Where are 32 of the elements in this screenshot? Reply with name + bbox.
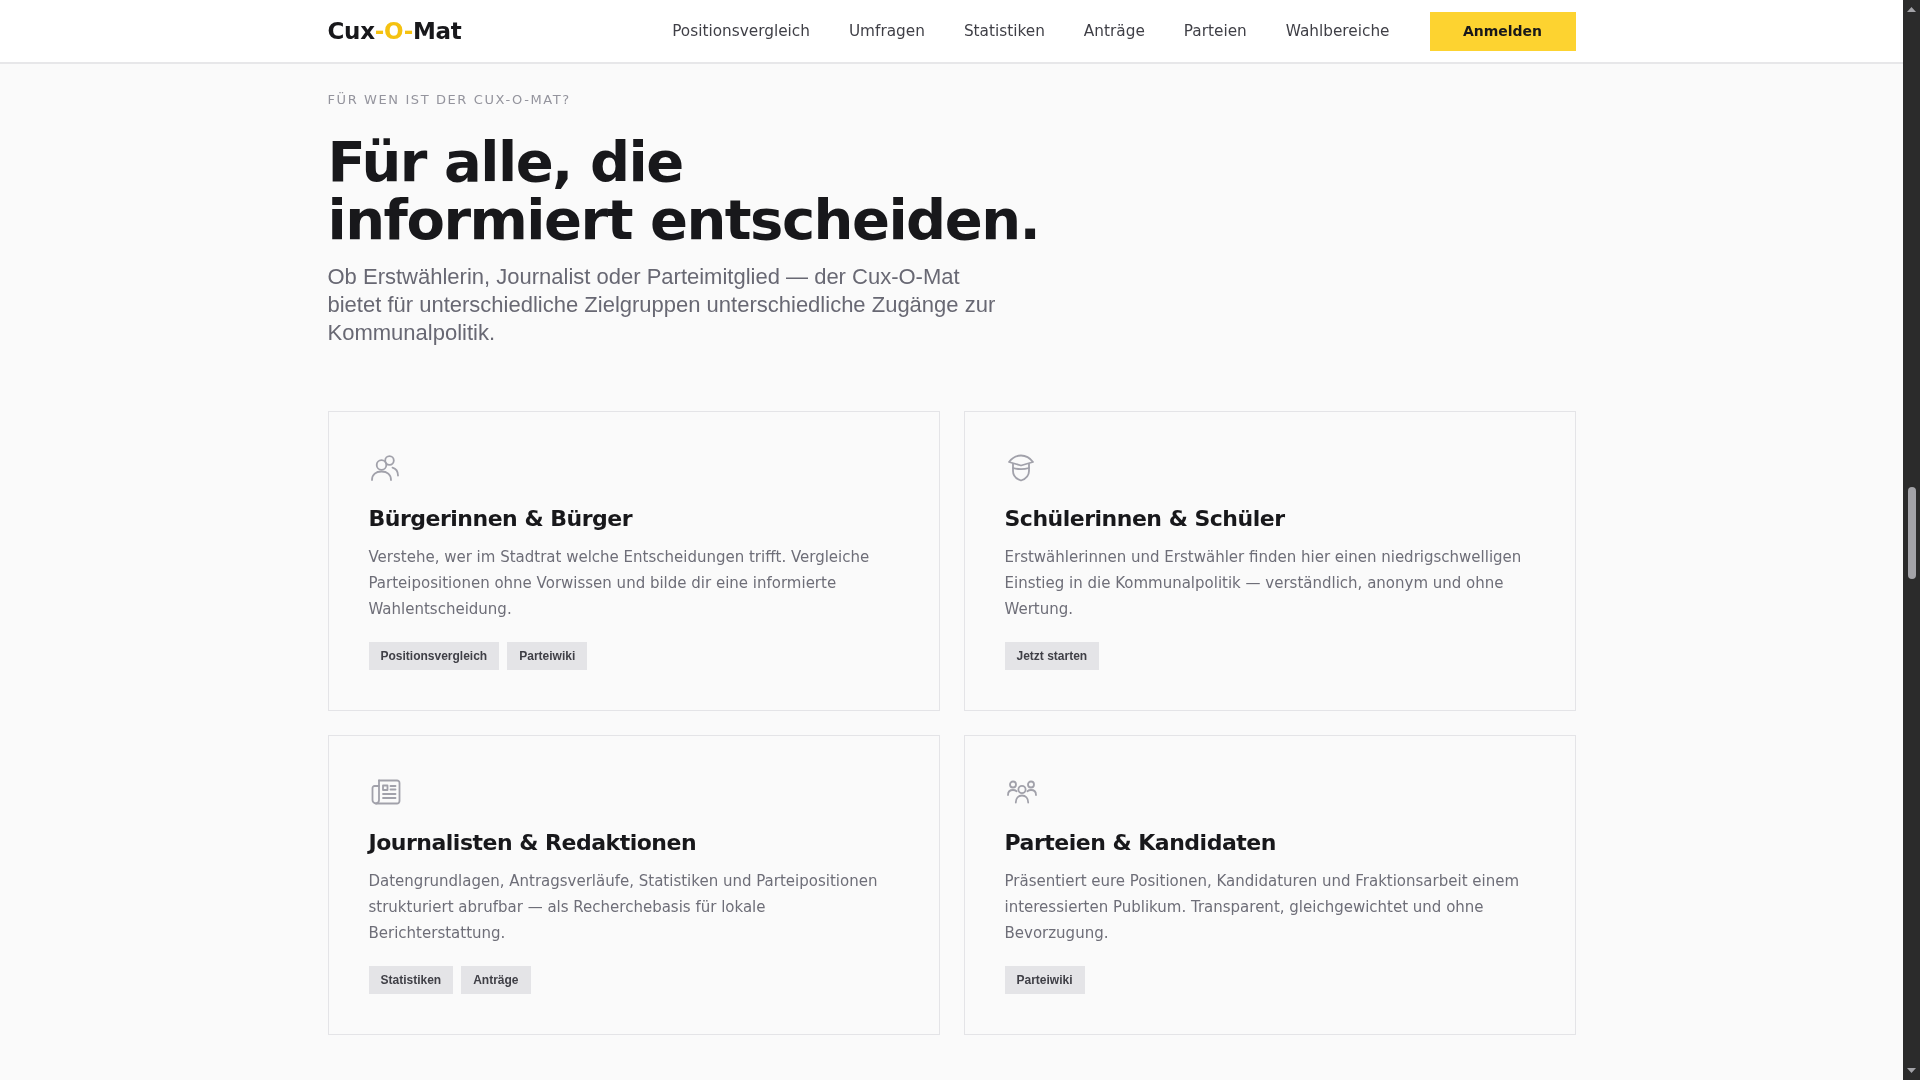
card-link[interactable]: Positionsvergleich [368,642,500,670]
section-intro: Ob Erstwählerin, Journalist oder Parteimitglied — der Cux-O-Mat bietet für unterschiedliche Zielgruppen unterschiedliche Zugänge zur Kommunalpolitik. [327,263,997,347]
nav-link[interactable]: Wahlbereiche [1285,22,1390,40]
section-eyebrow: FÜR WEN IST DER CUX-O-MAT? [327,91,572,109]
group-icon [1006,780,1037,804]
scroll-up-arrow-icon[interactable] [1907,7,1916,12]
card-link[interactable]: Parteiwiki [1004,966,1085,994]
card-title: Schülerinnen & Schüler [1004,505,1285,533]
section-headline: Für alle, die informiert entscheiden. [327,133,1041,249]
newspaper-icon [370,779,401,805]
card-link[interactable]: Jetzt starten [1004,642,1100,670]
card-link[interactable]: Statistiken [368,966,454,994]
users-icon [370,455,399,481]
card-link[interactable]: Anträge [461,966,531,994]
card-title: Bürgerinnen & Bürger [368,505,633,533]
cap-shield-icon [1006,454,1035,482]
card-description: Präsentiert eure Positionen, Kandidaturen und Fraktionsarbeit einem interessierten Publikum. Transparent, gleichgewichtet und ohne Bevorzugung. [1004,871,1521,944]
nav-link[interactable]: Umfragen [848,22,925,40]
card-title: Parteien & Kandidaten [1004,829,1276,857]
nav-link[interactable]: Positionsvergleich [672,22,810,40]
nav-link[interactable]: Statistiken [963,22,1045,40]
card-link[interactable]: Parteiwiki [507,642,588,670]
scroll-down-arrow-icon[interactable] [1907,1068,1916,1073]
card-description: Erstwählerinnen und Erstwähler finden hier einen niedrigschwelligen Einstieg in die Kommunalpolitik — verständlich, anonym und ohne Wertung. [1004,547,1523,620]
card-description: Verstehe, wer im Stadtrat welche Entscheidungen trifft. Vergleiche Parteipositionen ohne Vorwissen und bilde dir eine informierte Wahlentscheidung. [368,547,871,620]
nav-link[interactable]: Parteien [1183,22,1247,40]
card-title: Journalisten & Redaktionen [368,829,697,857]
login-button[interactable]: Anmelden [1429,11,1576,51]
scrollbar-thumb[interactable] [1907,487,1916,579]
card-description: Datengrundlagen, Antragsverläufe, Statistiken und Parteipositionen strukturiert abrufbar — als Recherchebasis für lokale Berichterstattung. [368,871,879,944]
logo[interactable]: Cux-O-Mat [327,18,462,44]
nav-link[interactable]: Anträge [1083,22,1145,40]
